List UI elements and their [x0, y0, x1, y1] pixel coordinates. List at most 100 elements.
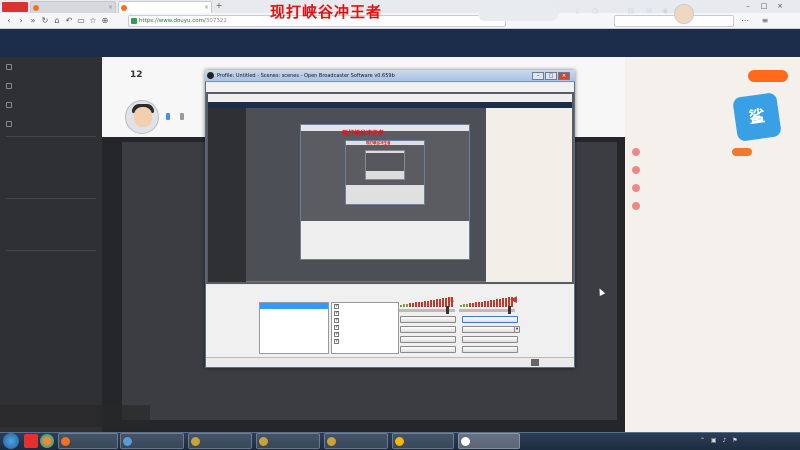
- site-search-input[interactable]: [478, 7, 558, 21]
- source-checkbox[interactable]: [334, 338, 339, 345]
- source-checkbox[interactable]: [334, 331, 339, 338]
- follow-icon[interactable]: ♡: [606, 6, 620, 26]
- meter-bar: [403, 304, 405, 307]
- source-item[interactable]: [333, 303, 398, 310]
- douyu-mascot-logo: 鲨: [732, 92, 782, 142]
- meter-bar: [412, 302, 414, 307]
- meter-bar: [406, 303, 408, 307]
- source-item[interactable]: [333, 317, 398, 324]
- source-checkbox[interactable]: [334, 303, 339, 310]
- taskbar-task-button[interactable]: [188, 433, 252, 449]
- broadcast-icon[interactable]: ◉: [658, 6, 672, 26]
- close-tab-icon[interactable]: ×: [204, 2, 209, 13]
- follow-button[interactable]: [732, 148, 752, 156]
- rank-row[interactable]: [632, 181, 792, 195]
- mic-slider-handle[interactable]: [446, 306, 449, 314]
- taskbar-task-button[interactable]: [458, 433, 520, 449]
- douyu-logo[interactable]: [96, 5, 136, 23]
- mic-icon[interactable]: ✎: [448, 296, 455, 305]
- desktop-volume-slider[interactable]: [459, 309, 515, 312]
- fullscreen-preview-button[interactable]: [400, 336, 456, 343]
- source-checkbox[interactable]: [334, 317, 339, 324]
- maximize-icon[interactable]: □: [758, 1, 770, 11]
- nested-right-panel: [486, 108, 572, 282]
- meter-bar: [478, 301, 480, 307]
- close-window-icon[interactable]: ×: [774, 1, 786, 11]
- system-tray[interactable]: ⌃ ▣ ♪ ⚑: [700, 434, 760, 448]
- meter-bar: [442, 298, 444, 307]
- obs-close-icon[interactable]: ×: [558, 72, 570, 80]
- obs-title-bar[interactable]: Profile: Untitled - Scenes: scenes - Ope…: [205, 70, 575, 82]
- source-checkbox[interactable]: [334, 310, 339, 317]
- speaker-icon[interactable]: ◀: [510, 295, 517, 305]
- download-icon[interactable]: ⤓: [570, 6, 584, 26]
- settings-button[interactable]: [400, 316, 456, 323]
- url-host: https://www.douyu.com/: [139, 18, 206, 24]
- obs-maximize-icon[interactable]: □: [545, 72, 557, 80]
- refresh-icon[interactable]: ↻: [40, 16, 50, 26]
- nested-sidebar: [208, 108, 246, 282]
- taskbar-task-button[interactable]: [120, 433, 184, 449]
- new-tab-button[interactable]: +: [214, 1, 224, 11]
- start-button[interactable]: [3, 433, 19, 449]
- user-avatar[interactable]: [674, 4, 694, 24]
- taskbar-task-button[interactable]: [256, 433, 320, 449]
- taskbar-task-button[interactable]: [324, 433, 388, 449]
- edit-scene-button[interactable]: [400, 326, 456, 333]
- scene-item-selected[interactable]: [260, 303, 328, 309]
- undo-icon[interactable]: ↶: [64, 16, 74, 26]
- recommend-icon: [6, 64, 12, 70]
- source-item[interactable]: [333, 338, 398, 345]
- source-item[interactable]: [333, 324, 398, 331]
- sidebar-item-yuba[interactable]: [0, 117, 102, 131]
- meter-bar: [472, 302, 474, 307]
- quick-launch-app-icon[interactable]: [24, 434, 38, 448]
- history-icon[interactable]: ◷: [588, 6, 602, 26]
- record-dropdown-button[interactable]: ▾: [514, 326, 520, 333]
- desktop-slider-handle[interactable]: [508, 306, 511, 314]
- taskbar-task-button[interactable]: [392, 433, 454, 449]
- message-icon[interactable]: ✉: [642, 6, 656, 26]
- forward-all-icon[interactable]: »: [28, 16, 38, 26]
- sidebar-item-rank[interactable]: [0, 79, 102, 93]
- meter-bar: [499, 298, 501, 307]
- extensions-icon[interactable]: ⋯: [740, 16, 750, 26]
- nested-obs-controls: [301, 221, 469, 259]
- nested-overlay-title: 现打峡谷冲王者: [342, 130, 385, 137]
- plugins-button[interactable]: [400, 346, 456, 353]
- meter-bar: [415, 302, 417, 307]
- sidebar-item-center[interactable]: [0, 98, 102, 112]
- menu-icon[interactable]: ≡: [760, 16, 770, 26]
- sidebar-divider: [6, 136, 96, 137]
- url-path: 307322: [205, 18, 227, 24]
- exit-button[interactable]: [462, 346, 518, 353]
- source-checkbox[interactable]: [334, 324, 339, 331]
- taskbar-task-button[interactable]: [58, 433, 118, 449]
- meter-bar: [418, 301, 420, 307]
- pc-client-button[interactable]: [748, 70, 788, 82]
- stop-stream-button[interactable]: [462, 316, 518, 323]
- start-record-button[interactable]: [462, 326, 518, 333]
- sidebar-item-recommend[interactable]: [0, 60, 102, 74]
- source-item[interactable]: [333, 310, 398, 317]
- browser-badge[interactable]: [2, 2, 28, 12]
- task-app-icon: [191, 437, 200, 446]
- source-item[interactable]: [333, 331, 398, 338]
- record-icon[interactable]: ▤: [624, 6, 638, 26]
- obs-minimize-icon[interactable]: –: [532, 72, 544, 80]
- task-app-icon: [395, 437, 404, 446]
- douyu-favicon-icon: [33, 5, 39, 11]
- back-icon[interactable]: ‹: [4, 16, 14, 26]
- folder-icon[interactable]: ▭: [76, 16, 86, 26]
- home-icon[interactable]: ⌂: [52, 16, 62, 26]
- minimize-icon[interactable]: –: [742, 1, 754, 11]
- rank-row[interactable]: [632, 145, 792, 159]
- forward-icon[interactable]: ›: [16, 16, 26, 26]
- meter-bar: [469, 303, 471, 307]
- anchor-avatar[interactable]: [125, 100, 159, 134]
- preview-stream-button[interactable]: [462, 336, 518, 343]
- quick-launch-browser-icon[interactable]: [40, 434, 54, 448]
- status-bitrate-indicator: [531, 359, 539, 366]
- rank-row[interactable]: [632, 163, 792, 177]
- scenes-list[interactable]: [259, 302, 329, 354]
